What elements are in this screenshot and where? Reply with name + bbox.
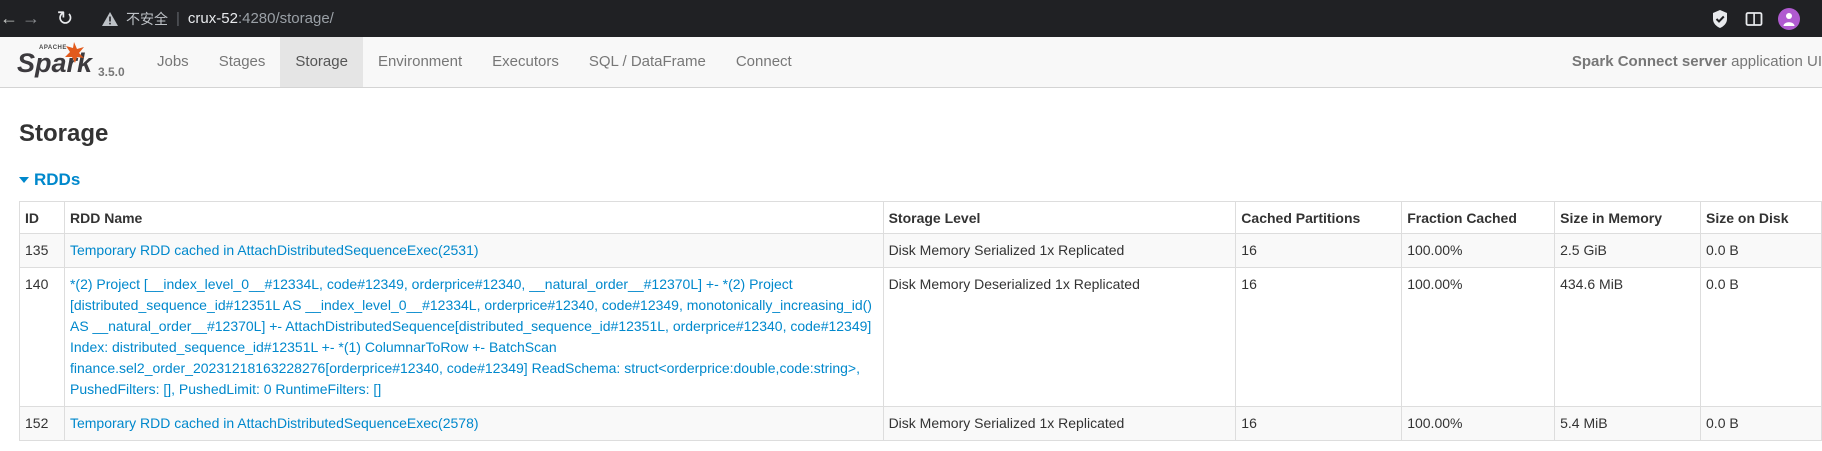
cell-storage-level: Disk Memory Serialized 1x Replicated xyxy=(882,406,1237,441)
rdds-section-toggle[interactable]: RDDs xyxy=(19,170,80,190)
cell-storage-level: Disk Memory Serialized 1x Replicated xyxy=(882,233,1237,268)
cell-size-on-disk: 0.0 B xyxy=(1700,233,1822,268)
url-path: :4280/storage/ xyxy=(237,10,334,27)
tab-storage[interactable]: Storage xyxy=(280,37,363,87)
table-row: 135 Temporary RDD cached in AttachDistri… xyxy=(19,233,1822,268)
cell-fraction-cached: 100.00% xyxy=(1401,406,1556,441)
col-header-rdd-name[interactable]: RDD Name xyxy=(63,201,884,234)
forward-icon[interactable]: → xyxy=(14,8,48,29)
col-header-size-in-memory[interactable]: Size in Memory xyxy=(1554,201,1702,234)
cell-size-on-disk: 0.0 B xyxy=(1700,406,1822,441)
user-icon xyxy=(1783,12,1795,26)
cell-size-on-disk: 0.0 B xyxy=(1700,267,1822,407)
insecure-label: 不安全 xyxy=(126,10,168,27)
cell-rdd-name: Temporary RDD cached in AttachDistribute… xyxy=(63,406,884,441)
profile-avatar[interactable] xyxy=(1778,7,1800,30)
table-row: 140 *(2) Project [__index_level_0__#1233… xyxy=(19,267,1822,407)
cell-cached-partitions: 16 xyxy=(1235,406,1403,441)
tab-environment[interactable]: Environment xyxy=(363,37,477,87)
tab-connect[interactable]: Connect xyxy=(721,37,807,87)
app-name-suffix: application UI xyxy=(1726,53,1822,70)
sidebar-panel-icon[interactable] xyxy=(1744,9,1764,29)
cell-id: 135 xyxy=(19,233,65,268)
tab-jobs[interactable]: Jobs xyxy=(142,37,204,87)
browser-toolbar: ← → ↻ 不安全 | crux-52 :4280/storage/ ⋮ xyxy=(0,0,1822,37)
rdd-table: ID RDD Name Storage Level Cached Partiti… xyxy=(19,201,1822,441)
spark-navbar: APACHE Spark 3.5.0 Jobs Stages Storage E… xyxy=(0,37,1822,88)
col-header-cached-partitions[interactable]: Cached Partitions xyxy=(1235,201,1403,234)
reload-icon[interactable]: ↻ xyxy=(48,6,82,31)
rdd-link[interactable]: Temporary RDD cached in AttachDistribute… xyxy=(70,415,479,431)
cell-storage-level: Disk Memory Deserialized 1x Replicated xyxy=(882,267,1237,407)
cell-size-in-memory: 434.6 MiB xyxy=(1554,267,1702,407)
shield-check-icon[interactable] xyxy=(1710,9,1730,29)
table-header-row: ID RDD Name Storage Level Cached Partiti… xyxy=(19,201,1822,234)
cell-cached-partitions: 16 xyxy=(1235,267,1403,407)
back-icon[interactable]: ← xyxy=(0,8,18,29)
cell-size-in-memory: 5.4 MiB xyxy=(1554,406,1702,441)
cell-id: 140 xyxy=(19,267,65,407)
spark-version: 3.5.0 xyxy=(98,65,125,79)
browser-actions: ⋮ xyxy=(1710,0,1822,37)
rdd-link[interactable]: Temporary RDD cached in AttachDistribute… xyxy=(70,242,479,258)
cell-rdd-name: Temporary RDD cached in AttachDistribute… xyxy=(63,233,884,268)
tab-sql-dataframe[interactable]: SQL / DataFrame xyxy=(574,37,721,87)
col-header-id[interactable]: ID xyxy=(19,201,65,234)
cell-size-in-memory: 2.5 GiB xyxy=(1554,233,1702,268)
cell-fraction-cached: 100.00% xyxy=(1401,267,1556,407)
warning-icon[interactable] xyxy=(102,11,118,26)
url-divider: | xyxy=(176,10,180,27)
col-header-size-on-disk[interactable]: Size on Disk xyxy=(1700,201,1822,234)
page-title: Storage xyxy=(19,120,109,147)
section-title: RDDs xyxy=(34,170,81,189)
cell-fraction-cached: 100.00% xyxy=(1401,233,1556,268)
cell-cached-partitions: 16 xyxy=(1235,233,1403,268)
application-title: Spark Connect server application UI xyxy=(1572,37,1822,87)
col-header-storage-level[interactable]: Storage Level xyxy=(882,201,1237,234)
cell-rdd-name: *(2) Project [__index_level_0__#12334L, … xyxy=(63,267,884,407)
nav-tabs: Jobs Stages Storage Environment Executor… xyxy=(142,37,807,87)
rdd-link[interactable]: *(2) Project [__index_level_0__#12334L, … xyxy=(70,276,872,397)
address-bar[interactable]: 不安全 | crux-52 :4280/storage/ xyxy=(102,5,334,33)
url-host: crux-52 xyxy=(187,10,238,27)
tab-stages[interactable]: Stages xyxy=(204,37,281,87)
caret-down-icon xyxy=(19,177,29,183)
col-header-fraction-cached[interactable]: Fraction Cached xyxy=(1401,201,1556,234)
app-name-bold: Spark Connect server xyxy=(1571,53,1727,70)
cell-id: 152 xyxy=(19,406,65,441)
svg-text:Spark: Spark xyxy=(17,48,94,78)
more-menu-icon[interactable]: ⋮ xyxy=(1814,10,1822,28)
spark-logo[interactable]: APACHE Spark xyxy=(17,38,99,82)
table-row: 152 Temporary RDD cached in AttachDistri… xyxy=(19,406,1822,441)
tab-executors[interactable]: Executors xyxy=(477,37,574,87)
